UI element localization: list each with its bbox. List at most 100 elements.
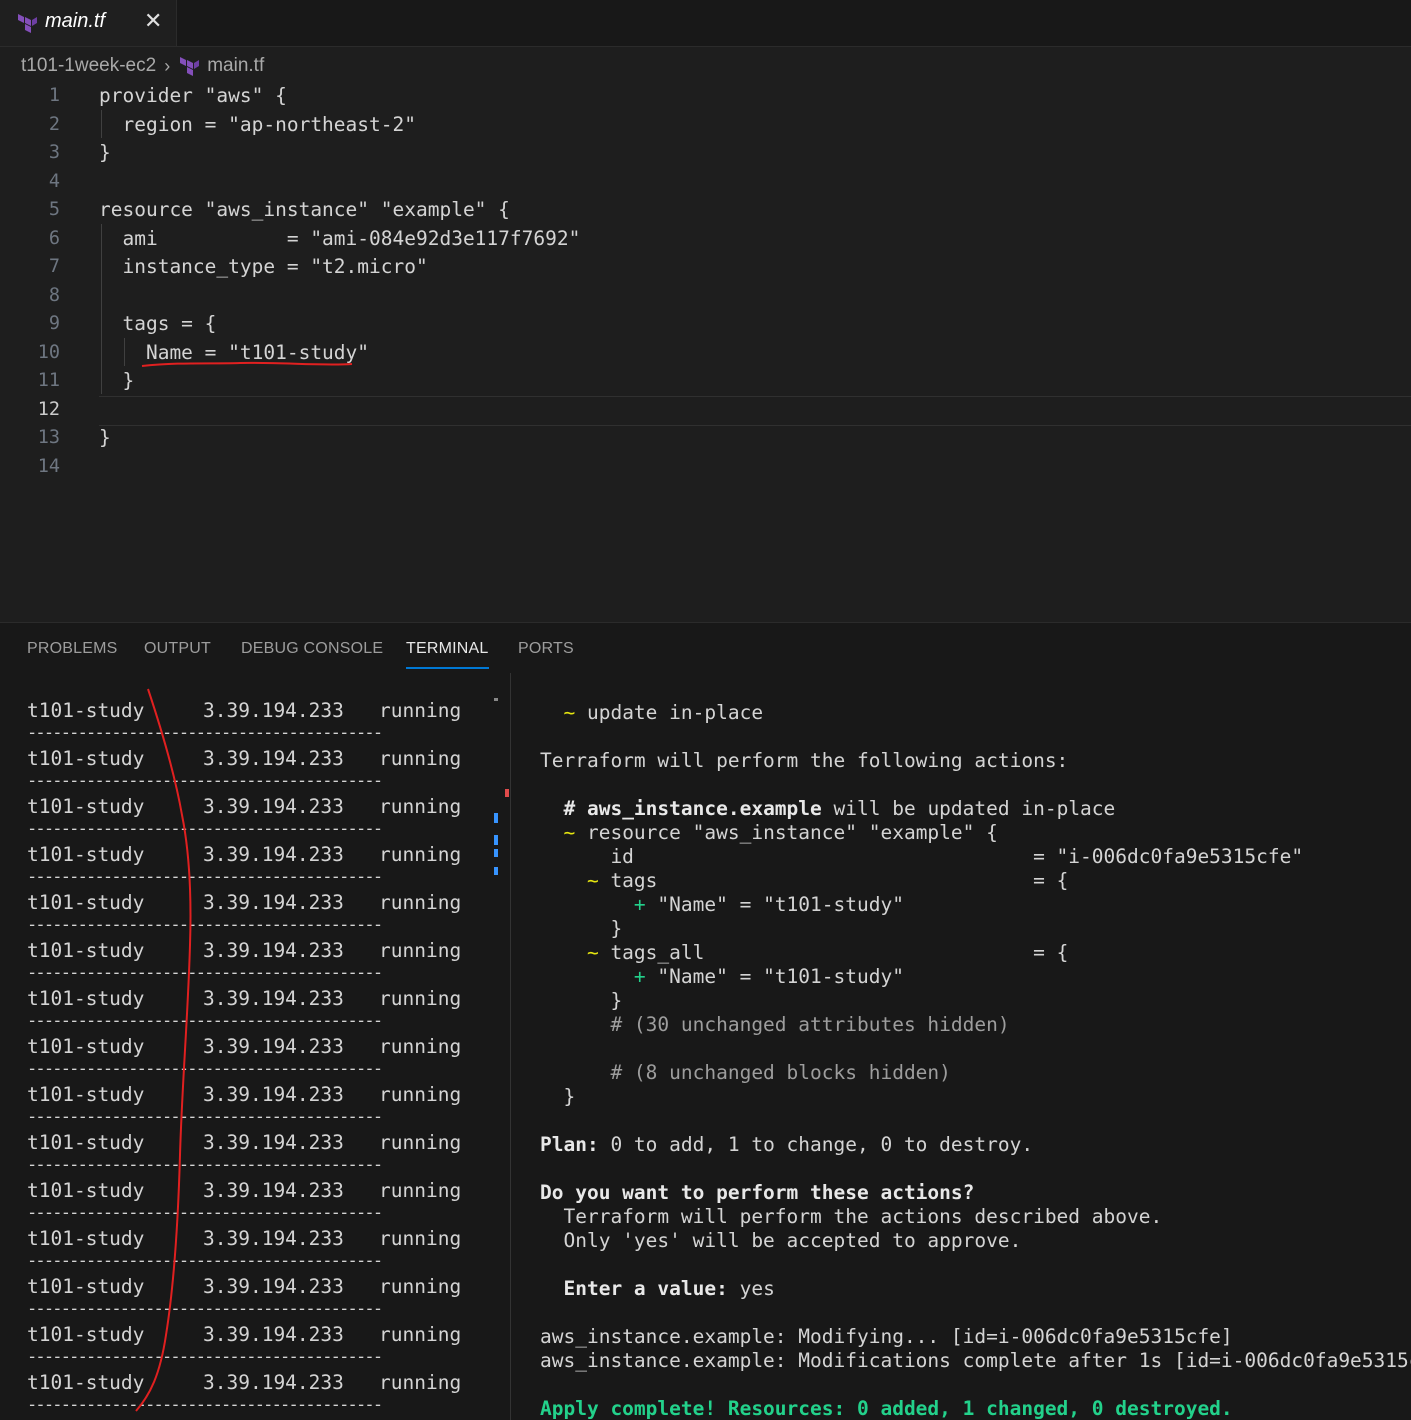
instance-state: running [379,699,462,722]
current-line-highlight [99,396,1411,426]
line-number: 9 [48,313,60,334]
instance-ip: 3.39.194.233 [203,747,344,770]
instance-name: t101-study [27,1227,145,1250]
chevron-right-icon: › [164,55,171,76]
line-number: 14 [37,455,60,477]
instance-name: t101-study [27,1323,145,1346]
resource-line: resource "aws_instance" "example" { [575,821,998,844]
instance-row: t101-study 3.39.194.233 running [27,795,461,819]
enter-value: yes [727,1277,775,1300]
instance-ip: 3.39.194.233 [203,1227,344,1250]
instance-row: t101-study 3.39.194.233 running [27,1275,461,1299]
tags-line: tags = { [598,869,1069,892]
instance-row: t101-study 3.39.194.233 running [27,699,461,723]
line-number: 13 [37,427,60,448]
code-line: resource "aws_instance" "example" { [99,198,510,221]
terminal-left-pane[interactable]: t101-study 3.39.194.233 running -----------… [0,673,510,1420]
terminal-line: ~ tags_all = { [540,941,1068,965]
instance-row: t101-study 3.39.194.233 running [27,1179,461,1203]
instance-row: t101-study 3.39.194.233 running [27,1083,461,1107]
tab-terminal[interactable]: TERMINAL [406,640,489,669]
plus-marker: + [540,965,646,988]
instance-row: t101-study 3.39.194.233 running [27,1035,461,1059]
instance-name: t101-study [27,1275,145,1298]
plan-label: Plan: [540,1133,599,1156]
instance-name: t101-study [27,939,145,962]
enter-label: Enter a value: [540,1277,728,1300]
code-line: tags = { [99,312,217,335]
instance-row: t101-study 3.39.194.233 running [27,747,461,771]
line-number: 11 [37,370,60,391]
instance-ip: 3.39.194.233 [203,1083,344,1106]
instance-name: t101-study [27,1083,145,1106]
terminal-line: # (8 unchanged blocks hidden) [540,1061,951,1084]
panel-tabs: PROBLEMS OUTPUT DEBUG CONSOLE TERMINAL P… [0,623,1411,673]
breadcrumb: t101-1week-ec2 › main.tf [21,52,264,80]
instance-name: t101-study [27,843,145,866]
instance-name: t101-study [27,1131,145,1154]
terminal-line: Terraform will perform the following act… [540,749,1069,772]
terminal-line: } [540,1085,576,1108]
instance-state: running [379,1323,462,1346]
instance-name: t101-study [27,699,145,722]
instance-row: t101-study 3.39.194.233 running [27,1323,461,1347]
instance-name: t101-study [27,1035,145,1058]
instance-ip: 3.39.194.233 [203,1371,344,1394]
instance-ip: 3.39.194.233 [203,795,344,818]
instance-state: running [379,1131,462,1154]
instance-row: t101-study 3.39.194.233 running [27,1227,461,1251]
code-editor[interactable]: 1 2 3 4 5 6 7 8 9 10 11 12 13 14 provide… [0,82,1411,622]
instance-name: t101-study [27,987,145,1010]
terraform-icon [180,57,200,76]
apply-complete-line: Apply complete! Resources: 0 added, 1 ch… [540,1397,1233,1420]
instance-name: t101-study [27,891,145,914]
terraform-icon [18,14,37,33]
line-number: 3 [48,142,60,163]
tilde-marker: ~ [540,869,599,892]
code-line: instance_type = "t2.micro" [99,255,428,278]
close-icon[interactable]: ✕ [144,8,162,34]
scrollbar-marker [494,698,498,701]
tab-output[interactable]: OUTPUT [144,640,211,658]
instance-ip: 3.39.194.233 [203,939,344,962]
terminal-line: Do you want to perform these actions? [540,1181,975,1204]
tab-main-tf[interactable]: main.tf ✕ [0,0,177,46]
instance-state: running [379,987,462,1010]
instance-ip: 3.39.194.233 [203,1179,344,1202]
terminal-line: aws_instance.example: Modifications comp… [540,1349,1411,1372]
code-line: provider "aws" { [99,84,287,107]
instance-name: t101-study [27,795,145,818]
tags-all-line: tags_all = { [598,941,1069,964]
instance-state: running [379,795,462,818]
red-underline-annotation [141,361,353,367]
instance-row: t101-study 3.39.194.233 running [27,987,461,1011]
terminal-line: # aws_instance.example will be updated i… [540,797,1115,821]
tab-debug-console[interactable]: DEBUG CONSOLE [241,640,383,658]
tilde-marker: ~ [540,941,599,964]
tags-name-line: "Name" = "t101-study" [645,893,904,916]
tab-problems[interactable]: PROBLEMS [27,640,118,658]
bottom-panel: PROBLEMS OUTPUT DEBUG CONSOLE TERMINAL P… [0,622,1411,1420]
line-number: 8 [48,284,60,306]
instance-state: running [379,1083,462,1106]
instance-row: t101-study 3.39.194.233 running [27,1131,461,1155]
line-number: 2 [48,113,60,135]
breadcrumb-folder[interactable]: t101-1week-ec2 [21,55,156,77]
instance-ip: 3.39.194.233 [203,987,344,1010]
instance-ip: 3.39.194.233 [203,1275,344,1298]
terminal-line: id = "i-006dc0fa9e5315cfe" [540,845,1304,868]
tilde-marker: ~ [540,701,576,724]
instance-name: t101-study [27,1371,145,1394]
comment-resource: aws_instance.example [586,797,822,820]
terminal-line: Terraform will perform the actions descr… [540,1205,1163,1228]
breadcrumb-file[interactable]: main.tf [207,55,264,77]
code-line: } [99,141,111,164]
tags-all-name-line: "Name" = "t101-study" [645,965,904,988]
terminal-right-pane[interactable]: ~ update in-place Terraform will perform… [511,673,1411,1420]
instance-state: running [379,891,462,914]
instance-row: t101-study 3.39.194.233 running [27,1371,461,1395]
instance-name: t101-study [27,1179,145,1202]
line-number-active: 12 [37,398,60,420]
scrollbar-marker [494,849,498,857]
tab-ports[interactable]: PORTS [518,640,574,658]
